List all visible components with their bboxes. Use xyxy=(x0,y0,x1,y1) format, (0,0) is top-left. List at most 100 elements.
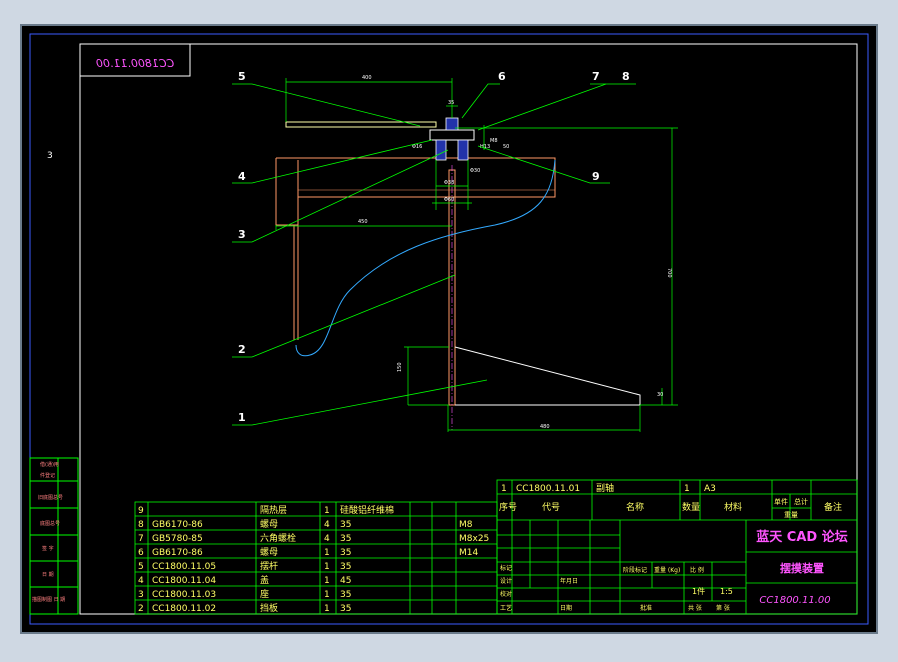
cad-drawing-viewport: CC1800.11.00 3 借(通)用 件登记 旧底图总号 底图总号 签 字 … xyxy=(0,0,898,658)
bom-cell-code: GB5780-85 xyxy=(152,534,203,544)
tb-row: 校对 xyxy=(500,590,512,598)
tb-row: 年月日 xyxy=(560,577,578,585)
bom-cell-mat: 35 xyxy=(340,534,351,544)
strip-label: 件登记 xyxy=(40,472,55,479)
mass-label: 重量 (Kg) xyxy=(654,566,680,574)
bom-cell-code: GB6170-86 xyxy=(152,548,203,558)
bom-cell-qty: 4 xyxy=(324,520,330,530)
header-name: 副轴 xyxy=(596,482,614,494)
sheets-value: 1件 xyxy=(692,586,705,596)
strip-label: 签 字 xyxy=(42,545,54,552)
dim-phi16: Φ16 xyxy=(412,144,422,150)
bom-cell-qty: 1 xyxy=(324,506,330,516)
header-qty: 1 xyxy=(684,484,690,494)
label-note: 备注 xyxy=(824,501,842,513)
assembly-name: 摆摸装置 xyxy=(780,561,824,575)
dim-150: 150 xyxy=(397,362,403,372)
bom-cell-code: CC1800.11.04 xyxy=(152,576,216,586)
tb-row: 标记 xyxy=(500,564,512,572)
dim-30: 30 xyxy=(657,392,663,398)
dim-hub: Φ60 xyxy=(444,197,454,203)
stage-label: 阶段标记 xyxy=(623,566,647,574)
header-seq: 1 xyxy=(501,484,507,494)
bom-cell-code: CC1800.11.02 xyxy=(152,604,216,614)
dim-c: 50 xyxy=(503,144,509,150)
bom-cell-name: 座 xyxy=(260,588,269,600)
label-weight: 重量 xyxy=(784,511,798,519)
bom-cell-name: 螺母 xyxy=(260,547,278,558)
bom-cell-seq: 9 xyxy=(138,506,144,516)
bom-cell-mat: 35 xyxy=(340,562,351,572)
label-seq: 序号 xyxy=(499,501,517,513)
bom-cell-seq: 2 xyxy=(138,604,144,614)
bom-cell-name: 摆杆 xyxy=(260,560,278,572)
balloon-9: 9 xyxy=(592,170,600,183)
bom-cell-mat: 35 xyxy=(340,590,351,600)
bom-cell-name: 六角螺栓 xyxy=(260,532,296,544)
side-mark: 3 xyxy=(47,151,53,161)
label-mat: 材料 xyxy=(724,501,742,513)
label-total: 总计 xyxy=(794,497,808,506)
tb-row: 共 张 xyxy=(688,604,702,612)
label-qty: 数量 xyxy=(682,501,700,513)
bom-cell-qty: 4 xyxy=(324,534,330,544)
balloon-4: 4 xyxy=(238,170,246,183)
bom-cell-qty: 1 xyxy=(324,604,330,614)
balloon-3: 3 xyxy=(238,228,246,241)
seat-left xyxy=(435,139,447,161)
mirrored-drawing-code: CC1800.11.00 xyxy=(96,57,174,70)
bom-cell-seq: 5 xyxy=(138,562,144,572)
bom-cell-qty: 1 xyxy=(324,548,330,558)
dim-700: 700 xyxy=(666,268,672,278)
bom-cell-qty: 1 xyxy=(324,562,330,572)
bom-cell-code: CC1800.11.05 xyxy=(152,562,216,572)
strip-label: 底图总号 xyxy=(40,520,60,527)
tb-row: 工艺 xyxy=(500,604,512,612)
dim-arm: 400 xyxy=(362,75,372,81)
bom-cell-mat: 35 xyxy=(340,604,351,614)
strip-label: 日 期 xyxy=(42,572,54,578)
bom-cell-name: 盖 xyxy=(260,574,269,586)
bom-cell-qty: 1 xyxy=(324,576,330,586)
seat-right xyxy=(457,139,469,161)
header-code: CC1800.11.01 xyxy=(516,484,580,494)
tb-row: 日期 xyxy=(560,604,572,612)
bom-cell-note: M8x25 xyxy=(459,534,489,544)
bom-cell-seq: 7 xyxy=(138,534,144,544)
balloon-5: 5 xyxy=(238,70,246,83)
balloon-2: 2 xyxy=(238,343,246,356)
scale-label: 比 例 xyxy=(690,566,704,574)
dim-top: 35 xyxy=(448,100,454,106)
dim-b: M8 xyxy=(490,138,498,144)
dim-e: Φ38 xyxy=(444,180,454,186)
balloon-7: 7 xyxy=(592,70,600,83)
strip-label: 描图制图 日 期 xyxy=(32,596,65,603)
bom-cell-mat: 35 xyxy=(340,548,351,558)
bom-cell-name: 螺母 xyxy=(260,519,278,530)
strip-label: 旧底图总号 xyxy=(38,494,63,501)
forum-title: 蓝天 CAD 论坛 xyxy=(756,529,847,545)
scale-value: 1:5 xyxy=(720,587,733,596)
drawing-canvas: CC1800.11.00 3 借(通)用 件登记 旧底图总号 底图总号 签 字 … xyxy=(0,0,898,658)
strip-label: 借(通)用 xyxy=(40,461,59,468)
tb-row: 批准 xyxy=(640,604,652,612)
bom-cell-mat: 45 xyxy=(340,576,351,586)
bom-cell-note: M14 xyxy=(459,548,478,558)
bom-cell-name: 挡板 xyxy=(260,602,278,614)
dim-480: 480 xyxy=(540,424,550,430)
bom-cell-seq: 3 xyxy=(138,590,144,600)
bom-cell-seq: 8 xyxy=(138,520,144,530)
bom-cell-qty: 1 xyxy=(324,590,330,600)
drawing-code: CC1800.11.00 xyxy=(759,595,830,606)
bom-cell-code: CC1800.11.03 xyxy=(152,590,216,600)
header-mat: A3 xyxy=(704,484,716,494)
balloon-8: 8 xyxy=(622,70,630,83)
bom-cell-mat: 35 xyxy=(340,520,351,530)
bom-cell-mat: 硅酸铝纤维棉 xyxy=(340,504,394,516)
bom-cell-name: 隔热层 xyxy=(260,504,287,516)
tb-row: 设计 xyxy=(500,577,512,585)
bom-cell-code: GB6170-86 xyxy=(152,520,203,530)
dim-450: 450 xyxy=(358,219,368,225)
tb-row: 第 张 xyxy=(716,604,730,612)
balloon-1: 1 xyxy=(238,411,246,424)
